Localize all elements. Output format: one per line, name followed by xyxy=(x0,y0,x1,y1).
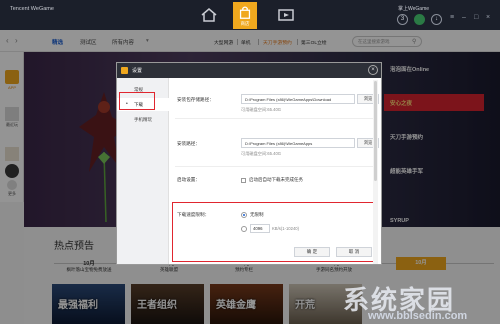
bag-icon xyxy=(239,6,251,19)
game-path-field[interactable]: D:\Program Files (x86)\WeGameApps xyxy=(241,138,355,148)
scrollbar-thumb[interactable] xyxy=(374,81,377,181)
limit-radio[interactable] xyxy=(241,226,247,232)
menu-icon[interactable]: ≡ xyxy=(450,14,454,22)
settings-dialog: 设置 × 常规 下载 手机精玩 安装包存储路径： D:\Program File… xyxy=(116,62,382,265)
speed-limit-input[interactable]: 4096 xyxy=(250,224,270,233)
avatar[interactable] xyxy=(414,14,425,25)
startup-label: 启动设置： xyxy=(177,177,200,182)
close-button[interactable]: × xyxy=(486,14,490,22)
ok-button[interactable]: 确 定 xyxy=(294,247,330,257)
download-icon[interactable]: ↓ xyxy=(431,14,442,25)
divider xyxy=(175,166,375,167)
game-path-label: 安装路径： xyxy=(177,141,200,146)
install-path-label: 安装包存储路径： xyxy=(177,97,214,102)
wegame-logo-icon xyxy=(121,67,128,74)
auto-download-checkbox[interactable] xyxy=(241,178,246,183)
store-label: 商店 xyxy=(240,21,250,26)
divider xyxy=(175,118,375,119)
home-icon[interactable] xyxy=(199,6,219,24)
maximize-button[interactable]: □ xyxy=(474,14,478,22)
app-title: Tencent WeGame xyxy=(10,6,54,12)
settings-tab-mobile[interactable]: 手机精玩 xyxy=(117,113,169,126)
dialog-header: 设置 × xyxy=(117,63,381,78)
video-icon[interactable] xyxy=(276,6,296,24)
auto-download-label: 启动后自动下载未完成任务 xyxy=(249,177,303,182)
title-bar: Tencent WeGame 商店 掌上WeGame 3 ↓ ≡ – □ × xyxy=(0,0,500,30)
store-tab[interactable]: 商店 xyxy=(233,2,257,29)
disk-space-text: 可用磁盘空间:65.40G xyxy=(241,151,282,156)
unlimited-label: 无限制 xyxy=(250,212,264,217)
speed-limit-label: 下载速度限制： xyxy=(177,212,210,217)
unlimited-radio[interactable] xyxy=(241,212,247,218)
speed-unit-text: KB/s(1-10240) xyxy=(272,226,299,231)
watermark-url: www.bblsedin.com xyxy=(368,310,468,322)
minimize-button[interactable]: – xyxy=(462,14,466,22)
highlight-box xyxy=(119,92,155,110)
disk-space-text: 可用磁盘空间:65.40G xyxy=(241,107,282,112)
dialog-title: 设置 xyxy=(132,68,143,74)
dialog-close-button[interactable]: × xyxy=(368,65,378,75)
cancel-button[interactable]: 取 消 xyxy=(336,247,372,257)
mobile-wegame-link[interactable]: 掌上WeGame xyxy=(398,5,429,12)
notification-icon[interactable]: 3 xyxy=(397,14,408,25)
install-path-field[interactable]: D:\Program Files (x86)\WeGameApps\Downlo… xyxy=(241,94,355,104)
